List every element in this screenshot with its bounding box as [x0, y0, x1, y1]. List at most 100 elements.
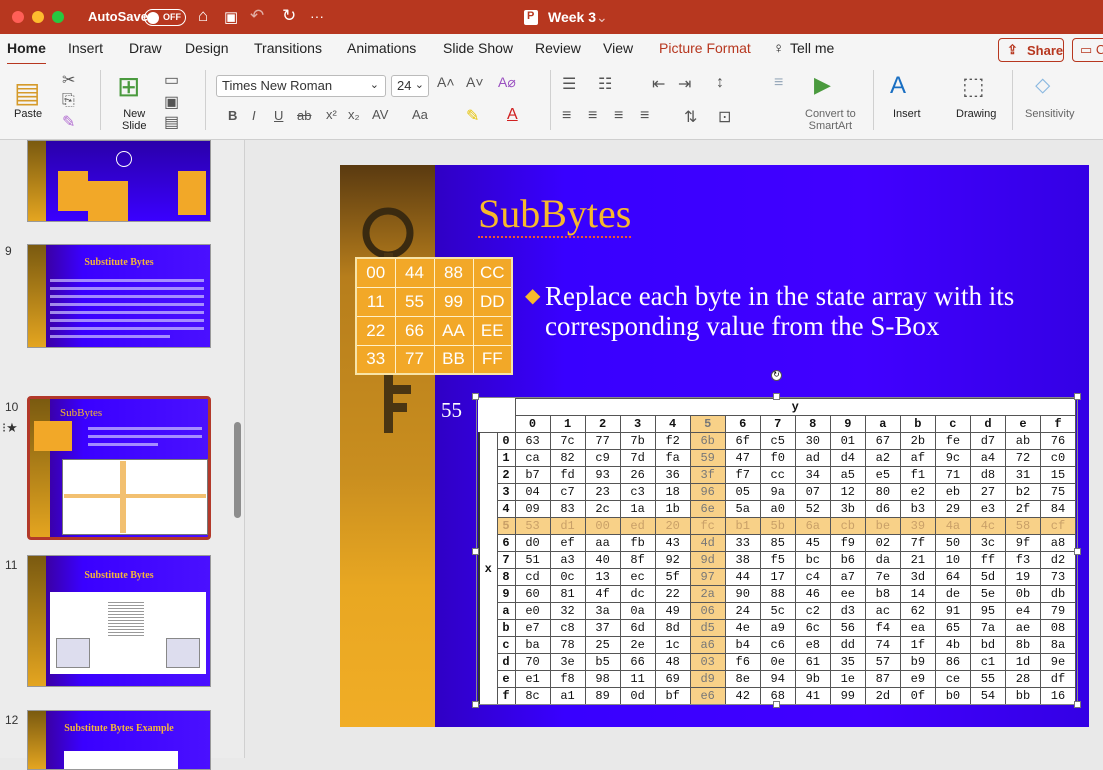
home-icon[interactable]: ⌂ [198, 6, 208, 26]
document-title[interactable]: Week 3 [548, 9, 596, 25]
font-color-icon[interactable]: A [507, 106, 518, 124]
lightbulb-icon: ♀ [773, 40, 785, 57]
tell-me-search[interactable]: Tell me [790, 40, 834, 56]
change-case-icon[interactable]: Aa [412, 107, 428, 122]
align-center-icon[interactable]: ≡ [588, 107, 597, 125]
title-chevron-icon[interactable]: ⌄ [596, 9, 608, 26]
tab-draw[interactable]: Draw [129, 40, 162, 56]
superscript-icon[interactable]: x² [326, 107, 337, 122]
paste-label[interactable]: Paste [14, 108, 42, 120]
numbering-icon[interactable]: ☷ [598, 74, 612, 94]
tab-slide-show[interactable]: Slide Show [443, 40, 513, 56]
thumb-title: SubBytes [60, 407, 103, 419]
slide-thumbnail-10-selected[interactable]: SubBytes [27, 396, 211, 540]
new-slide-label[interactable]: New Slide [122, 108, 146, 132]
drawing-icon[interactable]: ⬚ [962, 72, 985, 101]
convert-smartart-button[interactable]: Convert to SmartArt [805, 108, 856, 132]
character-spacing-icon[interactable]: AV [372, 107, 388, 122]
autosave-toggle[interactable]: OFF [144, 9, 186, 26]
bold-icon[interactable]: B [228, 108, 237, 123]
slide-bullet-text[interactable]: Replace each byte in the state array wit… [545, 281, 1055, 341]
divider [205, 70, 206, 130]
line-spacing-icon[interactable]: ↕ [716, 74, 724, 92]
state-array-table[interactable]: 00 44 88 CC 11 55 99 DD 22 66 AA EE 33 77 BB FF [355, 257, 513, 375]
save-icon[interactable]: ▣ [224, 8, 238, 26]
minimize-window-button[interactable] [32, 11, 44, 23]
slides-panel: 9 Substitute Bytes 10 ⁝★ SubBytes 11 Sub… [0, 140, 245, 770]
underline-icon[interactable]: U [274, 108, 283, 123]
resize-handle[interactable] [1074, 393, 1081, 400]
resize-handle[interactable] [472, 548, 479, 555]
subscript-icon[interactable]: x₂ [348, 107, 360, 122]
cut-icon[interactable]: ✂ [62, 70, 75, 90]
resize-handle[interactable] [472, 393, 479, 400]
increase-indent-icon[interactable]: ⇥ [678, 74, 691, 94]
align-left-icon[interactable]: ≡ [562, 107, 571, 125]
thumb-title: Substitute Bytes [84, 570, 154, 581]
decrease-indent-icon[interactable]: ⇤ [652, 74, 665, 94]
resize-handle[interactable] [1074, 701, 1081, 708]
sensitivity-label[interactable]: Sensitivity [1025, 108, 1075, 120]
strikethrough-icon[interactable]: ab [297, 108, 311, 123]
tab-view[interactable]: View [603, 40, 633, 56]
justify-icon[interactable]: ≡ [640, 107, 649, 125]
comments-button[interactable]: ▭ C [1072, 38, 1103, 62]
resize-handle[interactable] [1074, 548, 1081, 555]
text-direction-icon[interactable]: ⇅ [684, 107, 697, 127]
slide-thumbnail-9[interactable]: Substitute Bytes [27, 244, 211, 348]
section-icon[interactable]: ▤ [164, 112, 179, 132]
slide-thumbnail-8[interactable] [27, 140, 211, 222]
layout-icon[interactable]: ▭ [164, 70, 179, 90]
drawing-label[interactable]: Drawing [956, 108, 996, 120]
chevron-down-icon: ⌄ [369, 79, 379, 91]
undo-icon[interactable]: ↶ [250, 6, 264, 26]
copy-icon[interactable]: ⎘ [62, 92, 75, 110]
panel-scrollbar[interactable] [234, 422, 241, 518]
tab-transitions[interactable]: Transitions [254, 40, 322, 56]
bullets-icon[interactable]: ☰ [562, 74, 576, 94]
paste-icon[interactable]: ▤ [14, 76, 40, 109]
sensitivity-icon[interactable]: ⬦ [1035, 72, 1050, 98]
insert-label[interactable]: Insert [893, 108, 921, 120]
tab-picture-format[interactable]: Picture Format [659, 40, 751, 56]
tab-design[interactable]: Design [185, 40, 229, 56]
thumb-title: Substitute Bytes [84, 257, 154, 268]
slide-thumbnail-12[interactable]: Substitute Bytes Example [27, 710, 211, 770]
close-window-button[interactable] [12, 11, 24, 23]
tab-insert[interactable]: Insert [68, 40, 103, 56]
tab-animations[interactable]: Animations [347, 40, 416, 56]
columns-icon[interactable]: ≡ [774, 74, 783, 92]
share-button[interactable]: ⇪ Share [998, 38, 1064, 62]
italic-icon[interactable]: I [252, 108, 256, 123]
tab-review[interactable]: Review [535, 40, 581, 56]
insert-shape-icon[interactable]: A [890, 72, 906, 100]
align-right-icon[interactable]: ≡ [614, 107, 623, 125]
tab-home[interactable]: Home [7, 40, 46, 66]
format-painter-icon[interactable]: ✎ [62, 112, 75, 132]
increase-font-icon[interactable]: A˄ [437, 74, 455, 90]
slide-number-10: 10 [5, 400, 19, 414]
slide-thumbnail-11[interactable]: Substitute Bytes [27, 555, 211, 687]
resize-handle[interactable] [472, 701, 479, 708]
clear-formatting-icon[interactable]: A⌀ [498, 74, 516, 91]
font-size-select[interactable]: 24 ⌄ [391, 75, 429, 97]
byte-value-label: 55 [441, 398, 462, 422]
reset-icon[interactable]: ▣ [164, 92, 179, 112]
more-icon[interactable]: ··· [310, 8, 324, 24]
rotate-handle-icon[interactable]: ↻ [771, 370, 782, 381]
zoom-window-button[interactable] [52, 11, 64, 23]
highlight-icon[interactable]: ✎ [466, 106, 479, 126]
resize-handle[interactable] [773, 393, 780, 400]
slide-title[interactable]: SubBytes [478, 190, 632, 238]
smartart-icon[interactable]: ▶ [814, 72, 831, 98]
redo-icon[interactable]: ↻ [282, 6, 296, 26]
align-text-icon[interactable]: ⊡ [718, 107, 731, 127]
comment-icon: ▭ [1080, 42, 1093, 57]
font-name-select[interactable]: Times New Roman ⌄ [216, 75, 386, 97]
new-slide-icon[interactable]: ⊞ [117, 70, 140, 103]
resize-handle[interactable] [773, 701, 780, 708]
powerpoint-file-icon [524, 10, 538, 25]
decrease-font-icon[interactable]: A˅ [466, 74, 484, 90]
slide-number-9: 9 [5, 244, 12, 258]
slide-number-11: 11 [5, 558, 18, 572]
